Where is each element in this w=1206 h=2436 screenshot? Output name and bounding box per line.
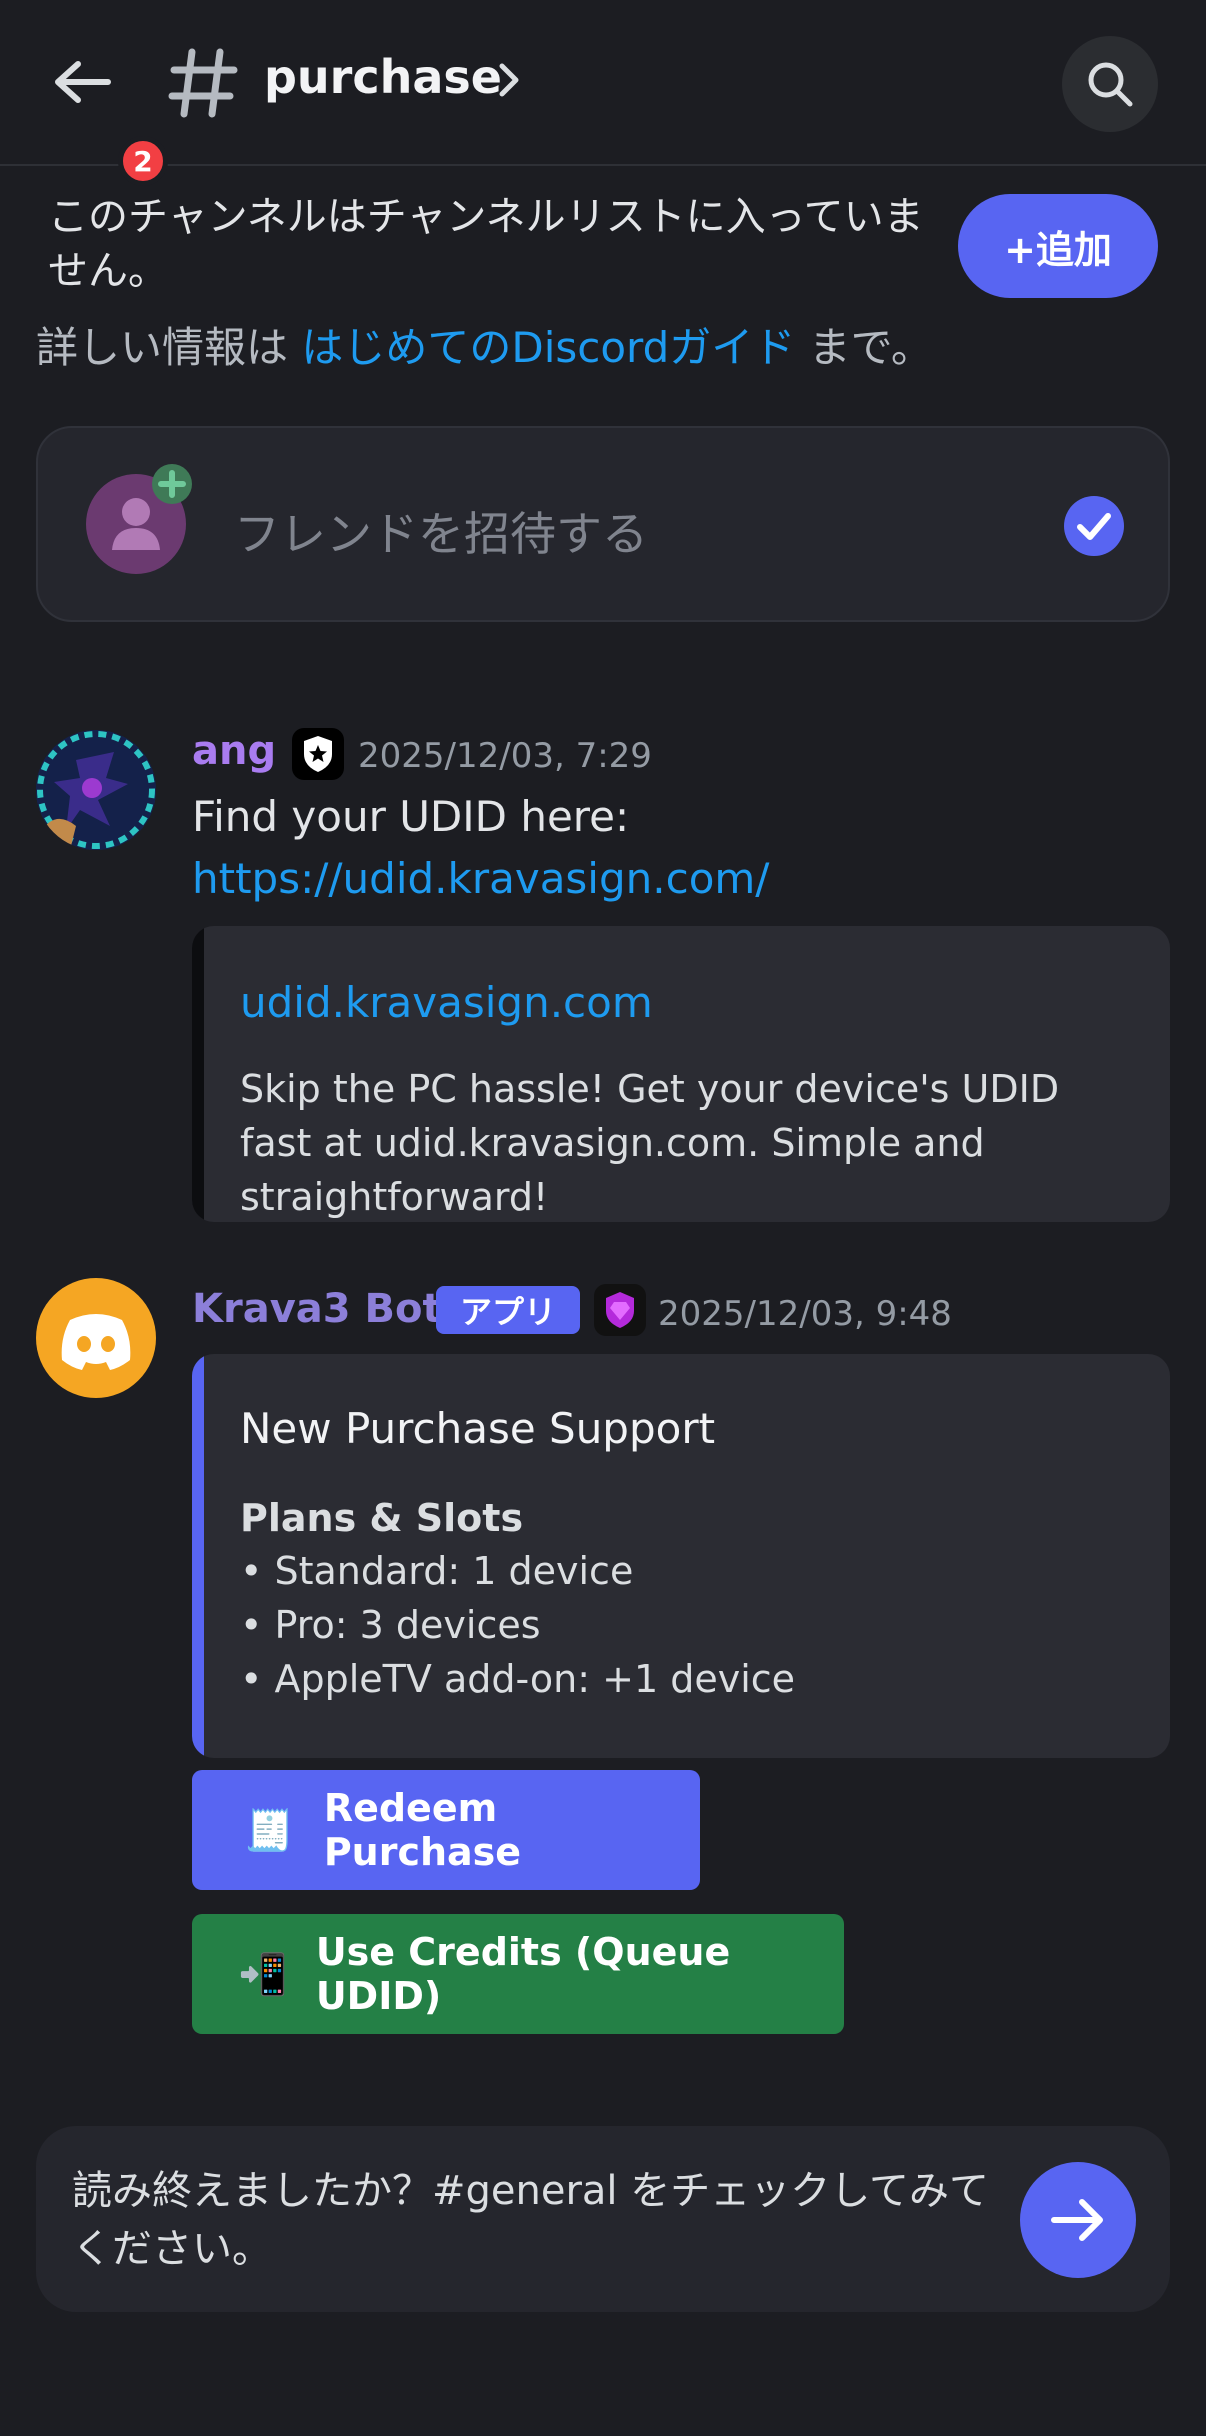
add-channel-button[interactable]: +追加 (958, 194, 1158, 298)
back-button[interactable]: 2 (40, 40, 168, 186)
link-embed: udid.kravasign.com Skip the PC hassle! G… (192, 926, 1170, 1222)
channel-prompt-text: 読み終えましたか？#general をチェックしてみてください。 (72, 2168, 990, 2272)
guide-info-line: 詳しい情報は はじめてのDiscordガイド まで。 (36, 314, 933, 375)
receipt-icon: 🧾 (244, 1807, 294, 1854)
message-text: Find your UDID here: (192, 792, 630, 841)
message-content: Find your UDID here: https://udid.kravas… (192, 786, 812, 910)
redeem-purchase-button[interactable]: 🧾 Redeem Purchase (192, 1770, 700, 1890)
bot-author[interactable]: Krava3 Bot (192, 1286, 442, 1332)
checkmark-icon (1064, 496, 1124, 556)
back-arrow-icon (55, 61, 111, 103)
guide-info-prefix: 詳しい情報は (36, 323, 302, 372)
shield-badge-icon (292, 728, 344, 780)
embed-title-link[interactable]: udid.kravasign.com (240, 978, 653, 1027)
udid-link[interactable]: https://udid.kravasign.com/ (192, 854, 769, 903)
search-icon (1088, 62, 1133, 107)
phone-arrow-icon: 📲 (238, 1951, 288, 1998)
user-avatar-ang[interactable] (36, 730, 156, 850)
bot-avatar[interactable] (36, 1278, 156, 1398)
use-credits-label: Use Credits (Queue UDID) (315, 1930, 731, 2018)
arrow-right-icon (1051, 2199, 1103, 2241)
message-author[interactable]: ang (192, 728, 276, 774)
channel-prompt-bar[interactable]: 読み終えましたか？#general をチェックしてみてください。 (36, 2126, 1170, 2312)
message-timestamp: 2025/12/03, 7:29 (358, 736, 652, 776)
embed-accent-bar (192, 1354, 204, 1758)
embed-title: New Purchase Support (240, 1404, 716, 1453)
embed-accent-bar (192, 926, 204, 1222)
discord-logo-icon (61, 1314, 131, 1370)
guide-info-suffix: まで。 (795, 323, 933, 372)
search-button[interactable] (1062, 36, 1158, 132)
plan-item: • Pro: 3 devices (240, 1603, 541, 1647)
purchase-support-embed: New Purchase Support Plans & Slots • Sta… (192, 1354, 1170, 1758)
unread-badge: 2 (118, 136, 168, 186)
channel-header: 2 purchase (0, 0, 1206, 186)
channel-title[interactable]: purchase (264, 50, 502, 104)
plan-list: • Standard: 1 device • Pro: 3 devices • … (240, 1544, 795, 1706)
discord-guide-link[interactable]: はじめてのDiscordガイド (301, 323, 795, 372)
embed-description: Skip the PC hassle! Get your device's UD… (240, 1067, 1060, 1219)
plan-item: • AppleTV add-on: +1 device (240, 1657, 796, 1701)
invite-friends-label: フレンドを招待する (234, 507, 648, 561)
embed-subtitle: Plans & Slots (240, 1496, 524, 1540)
hash-icon (168, 48, 238, 118)
avatar-image (36, 730, 156, 850)
redeem-purchase-label: Redeem Purchase (323, 1786, 522, 1874)
channel-notice-text: このチャンネルはチャンネルリストに入っていません。 (48, 194, 924, 294)
app-tag: アプリ (436, 1286, 580, 1334)
go-to-channel-button[interactable] (1020, 2162, 1136, 2278)
use-credits-button[interactable]: 📲 Use Credits (Queue UDID) (192, 1914, 844, 2034)
chevron-right-icon (499, 63, 519, 97)
add-friend-plus-icon (152, 464, 192, 504)
message-timestamp: 2025/12/03, 9:48 (658, 1294, 952, 1334)
plan-item: • Standard: 1 device (240, 1549, 634, 1593)
invite-friends-card[interactable]: フレンドを招待する (36, 426, 1170, 622)
gem-badge-icon (594, 1284, 646, 1336)
discord-channel-screen: 2 purchase このチャンネルはチャンネルリストに入っていません。 +追加… (0, 0, 1206, 2436)
